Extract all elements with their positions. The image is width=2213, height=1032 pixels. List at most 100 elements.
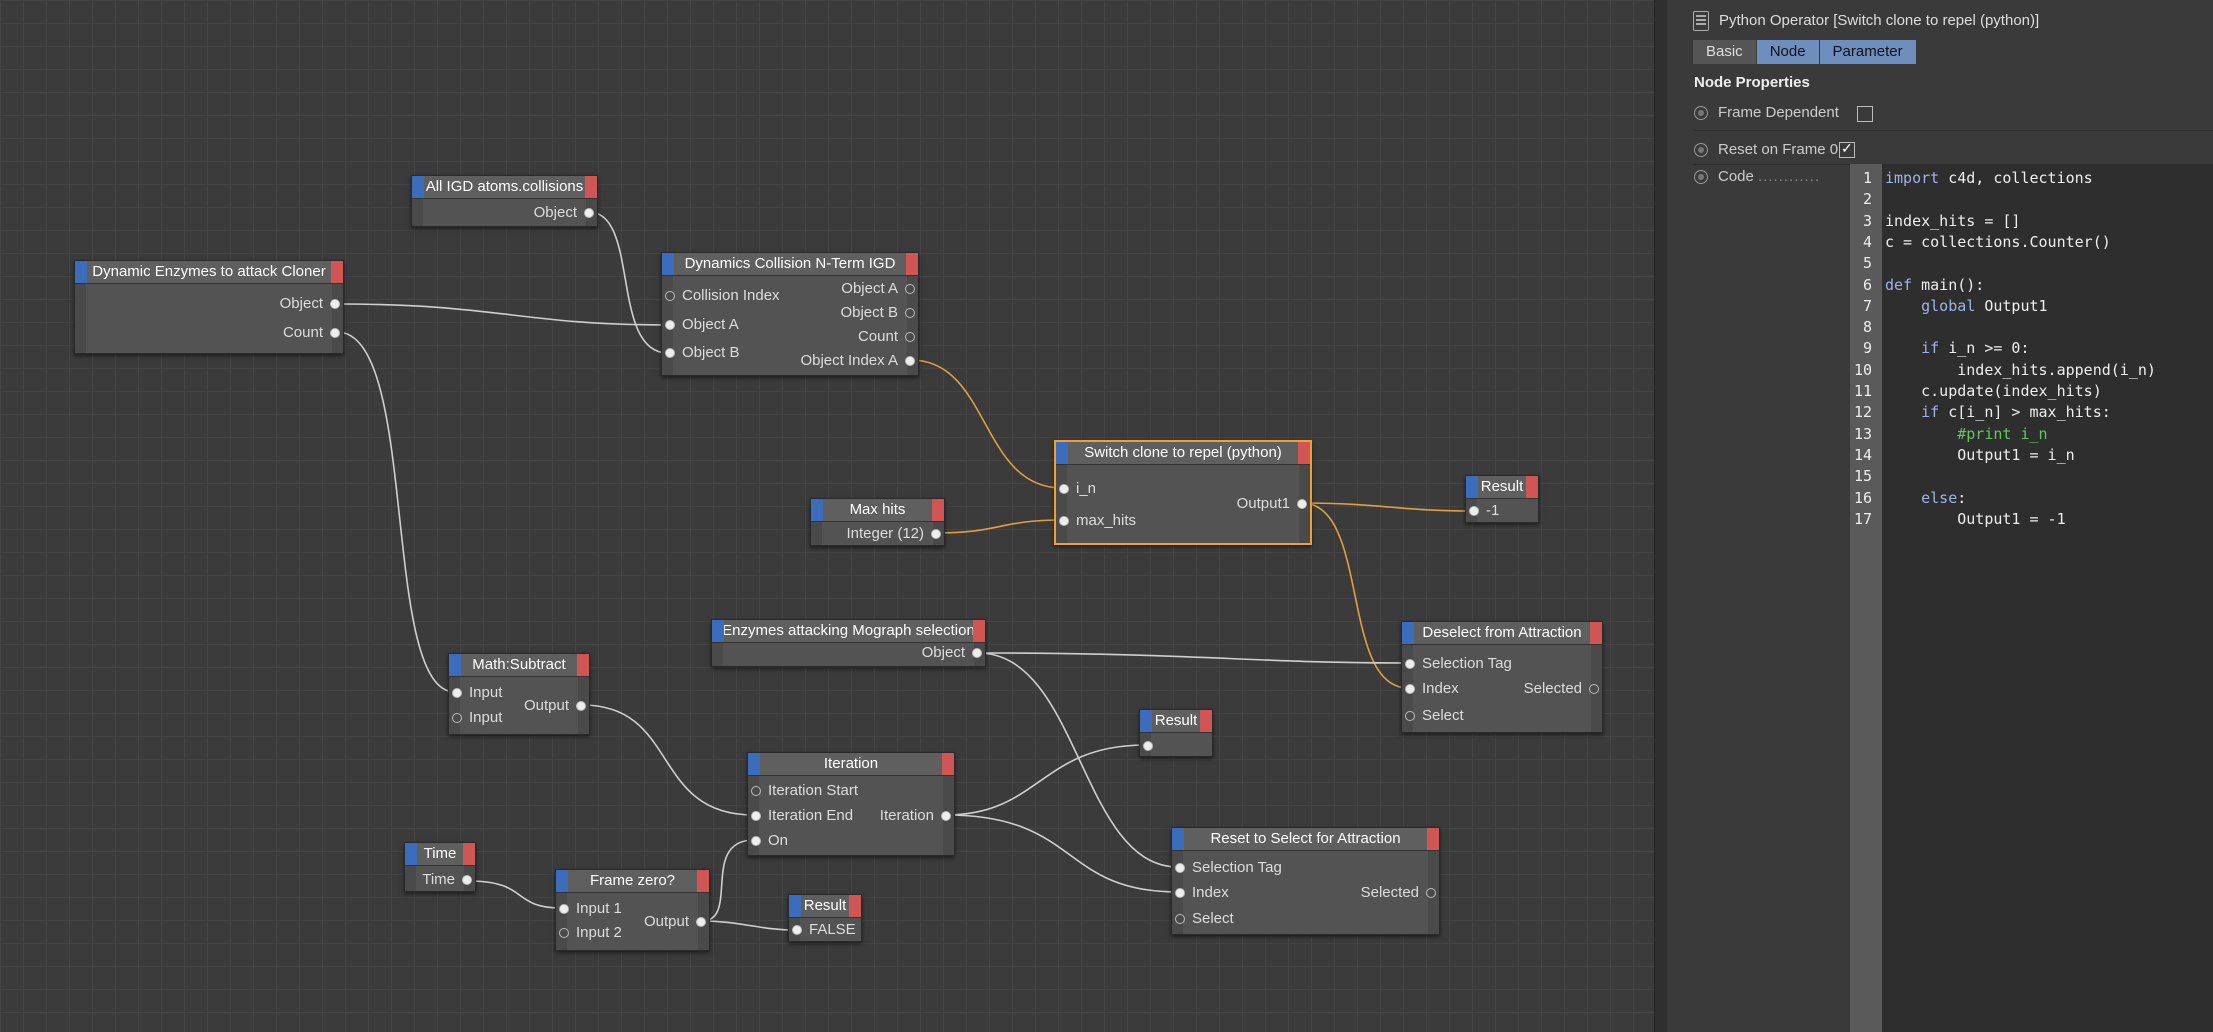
node-output-tab[interactable] <box>942 753 954 775</box>
port-dot[interactable] <box>905 332 915 342</box>
port-index-in[interactable]: Index <box>1405 680 1459 698</box>
port-object-index-a-out[interactable]: Object Index A <box>800 352 915 370</box>
code-editor[interactable]: 1 2 3 4 5 6 7 8 9 10 11 12 13 14 15 16 17 import c4d, co… <box>1850 164 2213 1032</box>
node-switch-clone-python[interactable]: Switch clone to repel (python) i_n max_h… <box>1054 440 1312 545</box>
port-dot[interactable] <box>1297 499 1307 509</box>
port-dot[interactable] <box>576 701 586 711</box>
node-header[interactable]: Iteration <box>748 753 954 776</box>
port-input2-in[interactable]: Input <box>452 709 502 727</box>
node-header[interactable]: Result <box>789 895 861 918</box>
node-output-tab[interactable] <box>697 870 709 892</box>
node-dynamics-collision[interactable]: Dynamics Collision N-Term IGD Collision … <box>661 252 919 376</box>
node-output-tab[interactable] <box>1590 622 1602 644</box>
node-input-tab[interactable] <box>449 654 461 676</box>
port-dot[interactable] <box>452 688 462 698</box>
node-header[interactable]: All IGD atoms.collisions <box>412 176 597 199</box>
port-index-in[interactable]: Index <box>1175 884 1229 902</box>
port-selected-out[interactable]: Selected <box>1524 680 1599 698</box>
reset-frame0-checkbox[interactable] <box>1839 140 1855 158</box>
port-dot[interactable] <box>462 875 472 885</box>
node-output-tab[interactable] <box>1298 442 1310 464</box>
node-header[interactable]: Enzymes attacking Mograph selection <box>712 620 985 643</box>
port-iteration-out[interactable]: Iteration <box>880 807 951 825</box>
port-object-b-out[interactable]: Object B <box>840 304 915 322</box>
code-line[interactable]: index_hits = [] <box>1885 211 2020 232</box>
node-editor-canvas[interactable]: Dynamic Enzymes to attack Cloner Object … <box>0 0 1654 1032</box>
node-max-hits[interactable]: Max hits Integer (12) <box>810 498 945 546</box>
node-header[interactable]: Result <box>1466 476 1538 499</box>
port-dot[interactable] <box>330 299 340 309</box>
node-input-tab[interactable] <box>556 870 568 892</box>
port-object-b-in[interactable]: Object B <box>665 344 740 362</box>
animate-radio-icon[interactable] <box>1694 143 1708 158</box>
node-header[interactable]: Reset to Select for Attraction <box>1172 828 1439 851</box>
port-dot[interactable] <box>665 320 675 330</box>
port-dot[interactable] <box>1175 863 1185 873</box>
node-result-iteration[interactable]: Result <box>1139 709 1213 757</box>
code-line[interactable]: def main(): <box>1885 275 1984 296</box>
node-input-tab[interactable] <box>1140 710 1152 732</box>
port-on-in[interactable]: On <box>751 832 788 850</box>
node-header[interactable]: Dynamic Enzymes to attack Cloner <box>75 261 343 284</box>
port-count-out[interactable]: Count <box>858 328 915 346</box>
node-output-tab[interactable] <box>1526 476 1538 498</box>
node-deselect-attraction[interactable]: Deselect from Attraction Selection Tag I… <box>1401 621 1603 733</box>
tab-basic[interactable]: Basic <box>1693 40 1757 64</box>
code-line[interactable]: Output1 = -1 <box>1885 509 2065 530</box>
port-dot[interactable] <box>941 811 951 821</box>
node-input-tab[interactable] <box>1466 476 1478 498</box>
port-object-a-in[interactable]: Object A <box>665 316 739 334</box>
port-dot[interactable] <box>931 529 941 539</box>
port-dot[interactable] <box>905 356 915 366</box>
code-line[interactable]: if i_n >= 0: <box>1885 338 2029 359</box>
node-header[interactable]: Deselect from Attraction <box>1402 622 1602 645</box>
node-output-tab[interactable] <box>932 499 944 521</box>
animate-radio-icon[interactable] <box>1694 106 1708 121</box>
port-dot[interactable] <box>751 811 761 821</box>
port-dot[interactable] <box>1405 659 1415 669</box>
code-line[interactable]: #print i_n <box>1885 424 2047 445</box>
port-object-out[interactable]: Object <box>534 204 594 222</box>
node-header[interactable]: Math:Subtract <box>449 654 589 677</box>
port-selection-tag-in[interactable]: Selection Tag <box>1175 859 1282 877</box>
port-dot[interactable] <box>1175 888 1185 898</box>
port-dot[interactable] <box>559 928 569 938</box>
node-output-tab[interactable] <box>585 176 597 198</box>
port-dot[interactable] <box>751 836 761 846</box>
port-object-a-out[interactable]: Object A <box>841 280 915 298</box>
node-math-subtract[interactable]: Math:Subtract Input Input Output <box>448 653 590 735</box>
node-iteration[interactable]: Iteration Iteration Start Iteration End … <box>747 752 955 856</box>
port-dot[interactable] <box>559 904 569 914</box>
port-dot[interactable] <box>665 291 675 301</box>
port-iteration-end-in[interactable]: Iteration End <box>751 807 853 825</box>
port-dot[interactable] <box>1426 888 1436 898</box>
port-output-out[interactable]: Output <box>644 913 706 931</box>
node-input-tab[interactable] <box>662 253 674 275</box>
port-dot[interactable] <box>584 208 594 218</box>
port-dot[interactable] <box>665 348 675 358</box>
port-selected-out[interactable]: Selected <box>1361 884 1436 902</box>
node-header[interactable]: Frame zero? <box>556 870 709 893</box>
port-dot[interactable] <box>905 284 915 294</box>
port-dot[interactable] <box>972 648 982 658</box>
node-input-tab[interactable] <box>1402 622 1414 644</box>
port-dot[interactable] <box>792 925 802 935</box>
node-frame-zero[interactable]: Frame zero? Input 1 Input 2 Output <box>555 869 710 951</box>
node-input-tab[interactable] <box>789 895 801 917</box>
node-time[interactable]: Time Time <box>404 842 476 892</box>
port-dot[interactable] <box>1143 741 1153 751</box>
node-output-tab[interactable] <box>463 843 475 865</box>
panel-splitter[interactable] <box>1654 0 1668 1032</box>
node-header[interactable]: Switch clone to repel (python) <box>1056 442 1310 465</box>
tab-node[interactable]: Node <box>1756 40 1820 64</box>
node-enzymes-cloner[interactable]: Dynamic Enzymes to attack Cloner Object … <box>74 260 344 354</box>
port-output1-out[interactable]: Output1 <box>1237 495 1307 513</box>
code-line[interactable]: if c[i_n] > max_hits: <box>1885 402 2111 423</box>
node-header[interactable]: Time <box>405 843 475 866</box>
node-input-tab[interactable] <box>748 753 760 775</box>
port-select-in[interactable]: Select <box>1405 707 1464 725</box>
port-input2-in[interactable]: Input 2 <box>559 924 622 942</box>
port-integer-out[interactable]: Integer (12) <box>846 525 941 543</box>
port-dot[interactable] <box>1405 711 1415 721</box>
port-dot[interactable] <box>1589 684 1599 694</box>
